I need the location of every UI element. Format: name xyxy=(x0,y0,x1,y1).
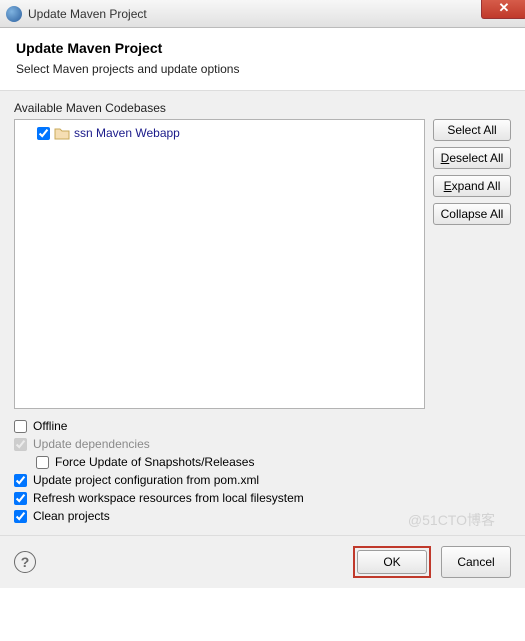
select-all-button[interactable]: Select All xyxy=(433,119,511,141)
refresh-workspace-label: Refresh workspace resources from local f… xyxy=(33,491,304,505)
force-update-checkbox[interactable] xyxy=(36,456,49,469)
clean-projects-checkbox[interactable] xyxy=(14,510,27,523)
close-button[interactable]: ✕ xyxy=(481,0,525,19)
tree-item[interactable]: ssn Maven Webapp xyxy=(23,126,416,140)
app-icon xyxy=(6,6,22,22)
dialog-buttons: OK Cancel xyxy=(353,546,511,578)
force-update-label: Force Update of Snapshots/Releases xyxy=(55,455,254,469)
ok-highlight: OK xyxy=(353,546,431,578)
update-config-checkbox[interactable] xyxy=(14,474,27,487)
option-force-update[interactable]: Force Update of Snapshots/Releases xyxy=(14,455,511,469)
option-update-dependencies: Update dependencies xyxy=(14,437,511,451)
offline-checkbox[interactable] xyxy=(14,420,27,433)
update-config-label: Update project configuration from pom.xm… xyxy=(33,473,259,487)
help-icon[interactable]: ? xyxy=(14,551,36,573)
deselect-all-button[interactable]: Deselect All xyxy=(433,147,511,169)
side-buttons: Select All Deselect All Expand All Colla… xyxy=(433,119,511,409)
tree-item-checkbox[interactable] xyxy=(37,127,50,140)
dialog-footer: ? OK Cancel xyxy=(0,535,525,588)
update-dependencies-checkbox xyxy=(14,438,27,451)
option-refresh-workspace[interactable]: Refresh workspace resources from local f… xyxy=(14,491,511,505)
folder-icon xyxy=(54,127,70,140)
option-update-config[interactable]: Update project configuration from pom.xm… xyxy=(14,473,511,487)
ok-button[interactable]: OK xyxy=(357,550,427,574)
clean-projects-label: Clean projects xyxy=(33,509,110,523)
window-title: Update Maven Project xyxy=(28,7,147,21)
update-dependencies-label: Update dependencies xyxy=(33,437,150,451)
dialog-title: Update Maven Project xyxy=(16,40,509,56)
offline-label: Offline xyxy=(33,419,67,433)
available-codebases-label: Available Maven Codebases xyxy=(14,101,511,115)
titlebar: Update Maven Project ✕ xyxy=(0,0,525,28)
refresh-workspace-checkbox[interactable] xyxy=(14,492,27,505)
option-offline[interactable]: Offline xyxy=(14,419,511,433)
dialog-body: Available Maven Codebases ssn Maven Weba… xyxy=(0,91,525,535)
collapse-all-button[interactable]: Collapse All xyxy=(433,203,511,225)
tree-item-label: ssn Maven Webapp xyxy=(74,126,180,140)
cancel-button[interactable]: Cancel xyxy=(441,546,511,578)
dialog-subtitle: Select Maven projects and update options xyxy=(16,62,509,76)
expand-all-button[interactable]: Expand All xyxy=(433,175,511,197)
close-icon: ✕ xyxy=(499,0,510,16)
codebase-tree[interactable]: ssn Maven Webapp xyxy=(14,119,425,409)
dialog-header: Update Maven Project Select Maven projec… xyxy=(0,28,525,91)
options-group: Offline Update dependencies Force Update… xyxy=(14,419,511,523)
option-clean-projects[interactable]: Clean projects xyxy=(14,509,511,523)
